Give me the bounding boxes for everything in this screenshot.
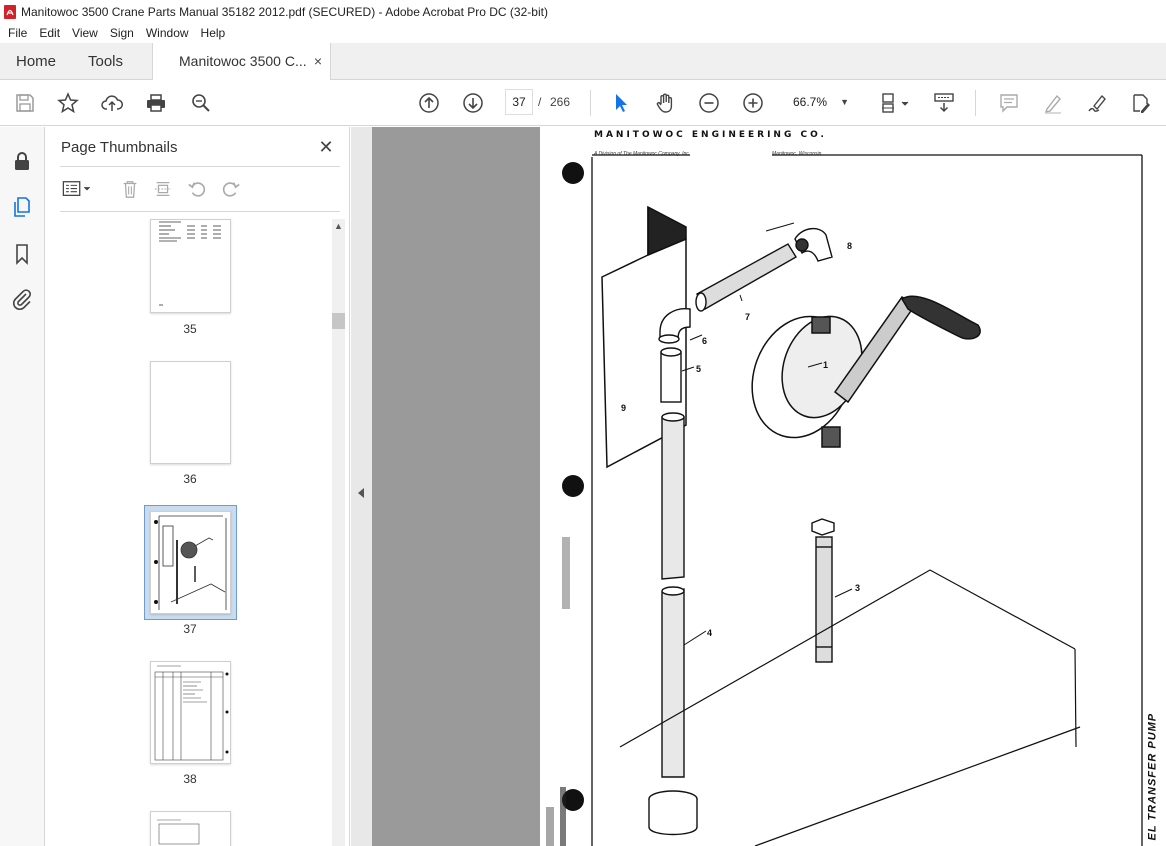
part-number-label: 5: [696, 364, 702, 374]
part-number-label: 7: [745, 312, 751, 322]
toolbar: 37 / 266 66.7% ▼: [0, 80, 1166, 126]
scrollbar-thumb[interactable]: [332, 313, 345, 329]
navigation-rail: [0, 127, 45, 846]
side-title-text: EL TRANSFER PUMP: [1146, 712, 1159, 841]
comment-icon[interactable]: [997, 91, 1021, 115]
tab-bar: Home Tools Manitowoc 3500 C... ×: [0, 43, 1166, 81]
tab-tools[interactable]: Tools: [88, 43, 123, 80]
page-thumbnails-icon[interactable]: [10, 195, 34, 219]
tab-document[interactable]: Manitowoc 3500 C... ×: [152, 43, 331, 81]
page-thumbnail-current[interactable]: [150, 511, 231, 614]
scrolling-mode-icon[interactable]: [932, 91, 956, 115]
thumbnail-page-number: 37: [183, 622, 197, 636]
zoom-out-icon[interactable]: [697, 91, 721, 115]
menu-bar: File Edit View Sign Window Help: [0, 23, 1166, 43]
page-thumbnail[interactable]: [150, 661, 231, 764]
sign-pen-icon[interactable]: [1085, 91, 1109, 115]
page-preview-39-image: [157, 819, 200, 845]
page-preview-35-image: [159, 221, 221, 306]
options-menu-icon[interactable]: [59, 177, 95, 201]
page-thumbnail[interactable]: [150, 361, 231, 464]
menu-sign[interactable]: Sign: [104, 23, 140, 43]
part-number-label: 1: [823, 360, 829, 370]
panel-collapse-strip[interactable]: [351, 127, 372, 846]
save-icon[interactable]: [13, 91, 37, 115]
close-tab-button[interactable]: ×: [314, 43, 322, 80]
panel-toolbar: [59, 177, 339, 203]
title-bar: Manitowoc 3500 Crane Parts Manual 35182 …: [0, 0, 1166, 23]
page-preview-38-image: [154, 665, 229, 761]
page-thumbnails-panel: Page Thumbnails ✕ 35 36 37 38 ▲: [45, 127, 350, 846]
zoom-in-icon[interactable]: [741, 91, 765, 115]
extract-pages-icon[interactable]: [151, 177, 175, 201]
part-number-label: 3: [855, 583, 861, 593]
collapse-arrow-icon[interactable]: [358, 488, 364, 498]
acrobat-logo-icon: [4, 4, 16, 19]
scroll-up-icon[interactable]: ▲: [332, 221, 345, 233]
part-number-label: 6: [702, 336, 708, 346]
page-thumbnail[interactable]: [150, 811, 231, 846]
upload-cloud-icon[interactable]: [100, 91, 124, 115]
print-icon[interactable]: [144, 91, 168, 115]
page-number-input[interactable]: 37: [505, 89, 533, 115]
edit-pdf-icon[interactable]: [1129, 91, 1153, 115]
page-separator: /: [538, 95, 542, 109]
tab-document-label: Manitowoc 3500 C...: [179, 53, 307, 69]
zoom-search-icon[interactable]: [189, 91, 213, 115]
part-number-label: 9: [621, 403, 627, 413]
rotate-counterclockwise-icon[interactable]: [185, 177, 209, 201]
part-number-label: 8: [847, 241, 853, 251]
panel-divider: [60, 211, 340, 212]
close-panel-button[interactable]: ✕: [316, 137, 336, 157]
attachments-paperclip-icon[interactable]: [10, 287, 34, 311]
toolbar-divider: [590, 90, 591, 116]
menu-file[interactable]: File: [2, 23, 33, 43]
previous-page-icon[interactable]: [417, 91, 441, 115]
thumbnail-page-number: 38: [183, 772, 197, 786]
select-cursor-icon[interactable]: [609, 91, 633, 115]
toolbar-divider: [975, 90, 976, 116]
panel-divider: [60, 166, 340, 167]
bookmark-star-icon[interactable]: [56, 91, 80, 115]
document-view[interactable]: MANITOWOC ENGINEERING CO. A Division of …: [372, 127, 1166, 846]
zoom-level-dropdown[interactable]: 66.7% ▼: [787, 89, 857, 115]
highlight-pen-icon[interactable]: [1041, 91, 1065, 115]
page-display-icon[interactable]: [877, 91, 913, 115]
menu-window[interactable]: Window: [140, 23, 195, 43]
document-side-title: EL TRANSFER PUMP: [1138, 713, 1160, 846]
tab-home[interactable]: Home: [16, 43, 56, 80]
next-page-icon[interactable]: [461, 91, 485, 115]
panel-title: Page Thumbnails: [61, 139, 178, 156]
page-preview-37-image: [154, 515, 227, 610]
lock-icon[interactable]: [10, 149, 34, 173]
document-page: MANITOWOC ENGINEERING CO. A Division of …: [540, 127, 1166, 846]
menu-help[interactable]: Help: [195, 23, 232, 43]
menu-view[interactable]: View: [66, 23, 104, 43]
thumbnail-page-number: 36: [183, 472, 197, 486]
part-number-label: 4: [707, 628, 713, 638]
window-title: Manitowoc 3500 Crane Parts Manual 35182 …: [21, 4, 548, 19]
thumbnail-page-number: 35: [183, 322, 197, 336]
chevron-down-icon: ▼: [840, 97, 849, 107]
pump-parts-drawing: [546, 154, 1143, 846]
hand-tool-icon[interactable]: [653, 91, 677, 115]
zoom-level-value: 66.7%: [793, 95, 828, 109]
bookmarks-icon[interactable]: [10, 242, 34, 266]
page-thumbnail[interactable]: [150, 219, 231, 313]
page-total: 266: [550, 95, 571, 109]
menu-edit[interactable]: Edit: [33, 23, 66, 43]
delete-trash-icon[interactable]: [118, 177, 142, 201]
rotate-clockwise-icon[interactable]: [219, 177, 243, 201]
